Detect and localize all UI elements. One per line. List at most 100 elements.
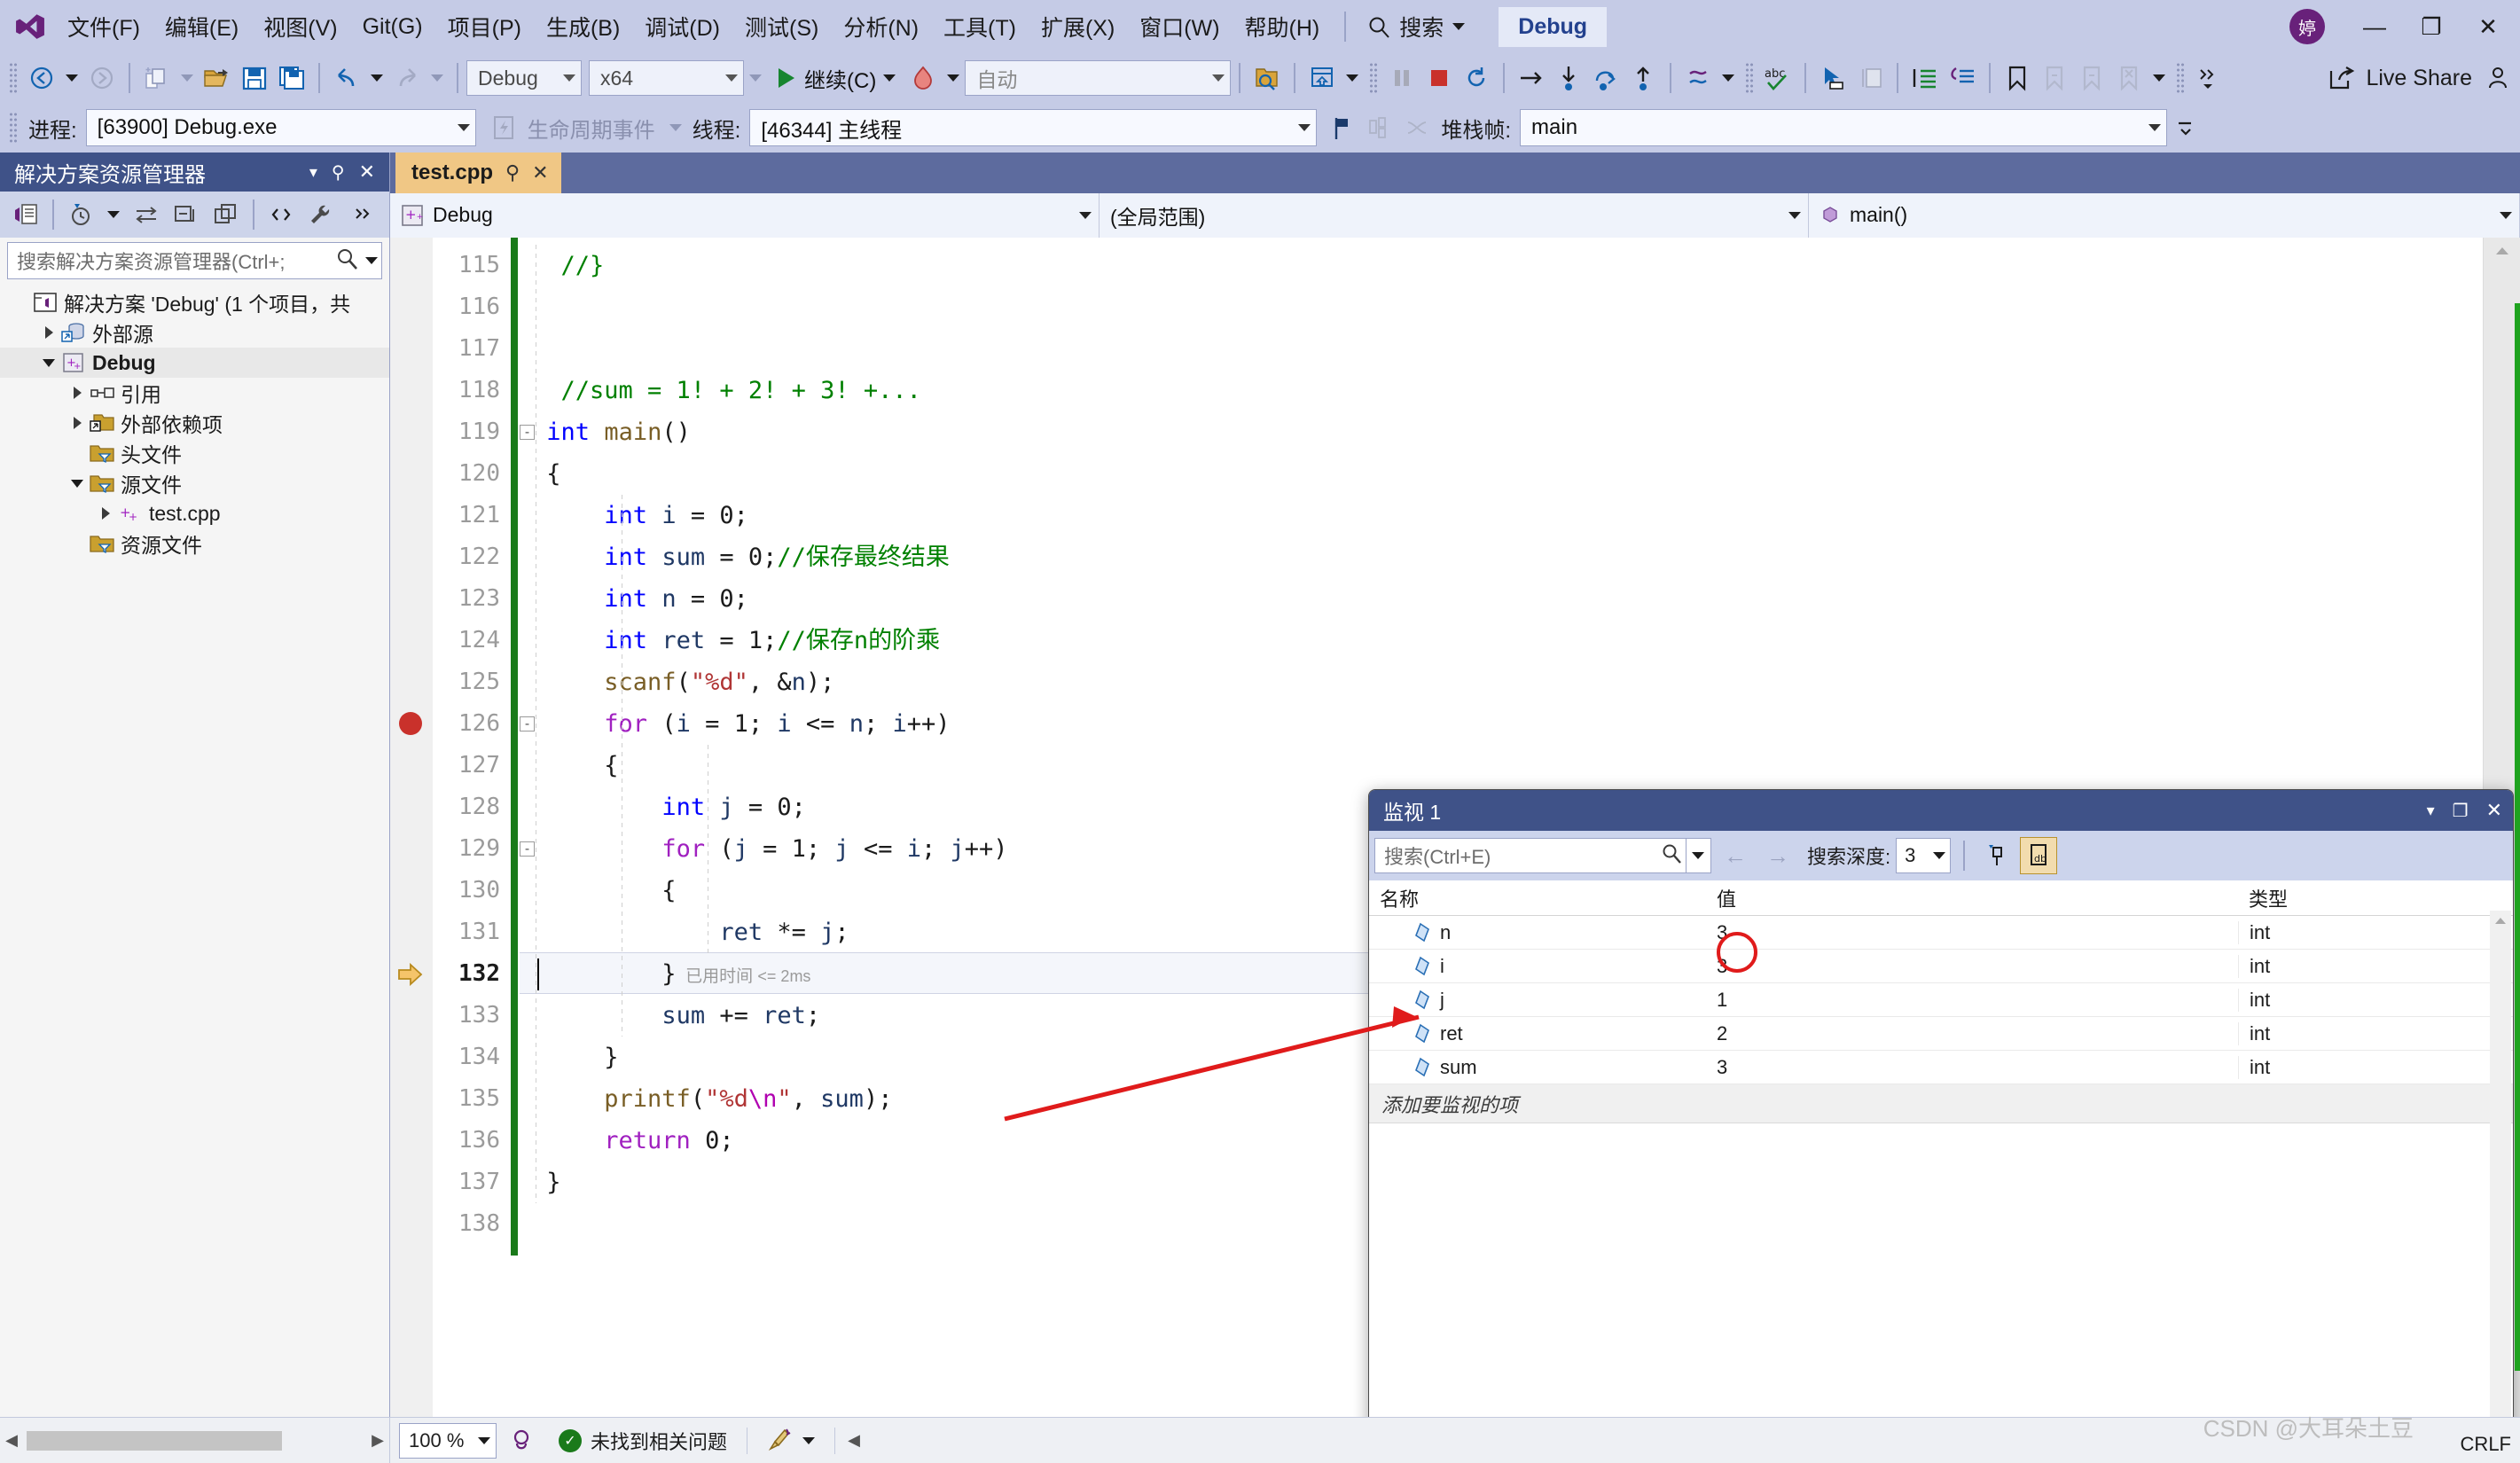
- comment-selection-icon[interactable]: [1906, 58, 1944, 98]
- collapse-all-icon[interactable]: [168, 196, 205, 233]
- pin-watch-icon[interactable]: [1977, 837, 2015, 874]
- open-file-icon[interactable]: [199, 58, 236, 98]
- pin-icon[interactable]: ⚲: [332, 161, 345, 184]
- fold-toggle-icon[interactable]: -: [520, 425, 535, 440]
- breakpoint-icon[interactable]: [399, 712, 422, 735]
- watch-row[interactable]: sum 3 int: [1369, 1051, 2513, 1084]
- previous-bookmark-icon[interactable]: [2036, 58, 2073, 98]
- watch-value-cell[interactable]: 2: [1706, 1022, 2238, 1045]
- redo-dropdown-icon[interactable]: [431, 74, 443, 82]
- tree-item-header-files[interactable]: 头文件: [0, 438, 389, 468]
- watch-add-item[interactable]: 添加要监视的项: [1369, 1084, 2513, 1123]
- minimize-button[interactable]: —: [2346, 2, 2403, 51]
- scroll-right-icon[interactable]: ▶: [366, 1431, 389, 1450]
- debug-toolbar-overflow-icon[interactable]: [2167, 107, 2204, 148]
- solution-home-icon[interactable]: [7, 196, 44, 233]
- code-line[interactable]: scanf("%d", &n);: [532, 661, 834, 703]
- step-over-icon[interactable]: [1587, 58, 1624, 98]
- process-combo[interactable]: [63900] Debug.exe: [85, 109, 476, 146]
- undo-icon[interactable]: [328, 58, 365, 98]
- pause-icon[interactable]: [1383, 58, 1420, 98]
- twisty-icon[interactable]: [66, 381, 89, 404]
- new-project-dropdown-icon[interactable]: [181, 74, 193, 82]
- watch-value-cell[interactable]: 3: [1706, 921, 2238, 944]
- close-icon[interactable]: ✕: [359, 160, 375, 184]
- code-line[interactable]: int n = 0;: [532, 578, 748, 620]
- search-next-icon[interactable]: →: [1759, 842, 1796, 870]
- toolbar-grip-4[interactable]: [2176, 62, 2186, 94]
- search-prev-icon[interactable]: ←: [1717, 842, 1754, 870]
- menu-edit[interactable]: 编辑(E): [153, 5, 251, 48]
- save-icon[interactable]: [236, 58, 273, 98]
- status-scroll-left-icon[interactable]: ◀: [842, 1431, 865, 1450]
- tree-item-external-sources[interactable]: 外部源: [0, 317, 389, 348]
- fold-toggle-icon[interactable]: -: [520, 841, 535, 857]
- menu-git[interactable]: Git(G): [350, 9, 435, 45]
- watch-window[interactable]: 监视 1 ▾ ❐ ✕ 搜索(Ctrl+E) ← → 搜索深度: 3 db 名称 …: [1368, 789, 2514, 1463]
- tree-item-source-files[interactable]: 源文件: [0, 468, 389, 498]
- bookmarks-overflow-icon[interactable]: [2153, 74, 2166, 82]
- solution-explorer-hscroll-area[interactable]: ◀ ▶: [0, 1418, 390, 1463]
- twisty-icon[interactable]: [66, 472, 89, 495]
- code-line[interactable]: int sum = 0;//保存最终结果: [532, 536, 950, 578]
- code-line[interactable]: for (i = 1; i <= n; i++): [532, 703, 950, 745]
- watch-row[interactable]: j 1 int: [1369, 983, 2513, 1017]
- lifecycle-dropdown-icon[interactable]: [669, 124, 682, 131]
- hot-reload-code-dropdown-icon[interactable]: [1722, 74, 1735, 82]
- se-overflow-icon[interactable]: [345, 196, 382, 233]
- chevron-down-icon[interactable]: [1686, 839, 1709, 872]
- menu-view[interactable]: 视图(V): [251, 5, 349, 48]
- undo-dropdown-icon[interactable]: [371, 74, 383, 82]
- twisty-icon[interactable]: [37, 351, 60, 374]
- toolbar-grip[interactable]: [9, 62, 18, 94]
- pin-icon[interactable]: ⚲: [505, 161, 520, 184]
- menu-build[interactable]: 生成(B): [534, 5, 632, 48]
- watch-value-cell[interactable]: 3: [1706, 1056, 2238, 1079]
- navigate-back-icon[interactable]: [23, 58, 60, 98]
- uncomment-selection-icon[interactable]: [1944, 58, 1981, 98]
- scroll-left-icon[interactable]: ◀: [0, 1431, 23, 1450]
- solution-tree[interactable]: 解决方案 'Debug' (1 个项目，共 外部源 + + Debug 引用 外部依赖项 头文…: [0, 284, 389, 1417]
- twisty-icon[interactable]: [37, 321, 60, 344]
- tree-item-external-dependencies[interactable]: 外部依赖项: [0, 408, 389, 438]
- step-into-icon[interactable]: [1550, 58, 1587, 98]
- code-line[interactable]: {: [532, 870, 676, 911]
- fold-toggle-icon[interactable]: -: [520, 716, 535, 732]
- restore-button[interactable]: ❐: [2403, 2, 2460, 51]
- code-line[interactable]: //}: [532, 245, 605, 286]
- view-code-icon[interactable]: [262, 196, 300, 233]
- watch-vertical-scrollbar[interactable]: [2490, 911, 2511, 1463]
- code-cleanup-button[interactable]: [755, 1428, 827, 1454]
- code-line[interactable]: //sum = 1! + 2! + 3! +...: [532, 370, 921, 411]
- navigate-forward-icon[interactable]: [83, 58, 121, 98]
- menu-analyze[interactable]: 分析(N): [831, 5, 931, 48]
- show-next-statement-icon[interactable]: [1513, 58, 1550, 98]
- step-out-icon[interactable]: [1624, 58, 1662, 98]
- code-line[interactable]: int j = 0;: [532, 786, 806, 828]
- tree-item-resource-files[interactable]: 资源文件: [0, 528, 389, 559]
- watch-value-cell[interactable]: 1: [1706, 989, 2238, 1012]
- navigate-back-dropdown-icon[interactable]: [66, 74, 78, 82]
- global-search-box[interactable]: 搜索: [1358, 7, 1474, 46]
- stop-debugging-icon[interactable]: [1420, 58, 1458, 98]
- tree-item-test-cpp[interactable]: + + test.cpp: [0, 498, 389, 528]
- member-combo[interactable]: main(): [1809, 192, 2520, 238]
- solution-platform-combo[interactable]: x64: [589, 60, 744, 96]
- member-scope-combo[interactable]: (全局范围): [1100, 192, 1809, 238]
- flag-thread-icon[interactable]: [1324, 107, 1361, 148]
- pending-changes-dropdown-icon[interactable]: [107, 211, 120, 218]
- issues-status[interactable]: ✓ 未找到相关问题: [546, 1427, 740, 1455]
- twisty-icon[interactable]: [66, 442, 89, 465]
- line-ending-indicator[interactable]: CRLF: [2451, 1426, 2520, 1463]
- clear-bookmarks-icon[interactable]: [2110, 58, 2148, 98]
- comment-block-icon[interactable]: [1851, 58, 1889, 98]
- search-in-folder-icon[interactable]: [1248, 58, 1286, 98]
- tree-item-references[interactable]: 引用: [0, 378, 389, 408]
- thread-combo[interactable]: [46344] 主线程: [749, 109, 1318, 146]
- code-line[interactable]: printf("%d\n", sum);: [532, 1078, 892, 1120]
- code-line[interactable]: sum += ret;: [532, 995, 820, 1037]
- menu-project[interactable]: 项目(P): [435, 5, 534, 48]
- menu-debug[interactable]: 调试(D): [632, 5, 732, 48]
- horizontal-scrollbar[interactable]: [27, 1428, 363, 1452]
- toolbar-overflow-icon[interactable]: [2190, 58, 2227, 98]
